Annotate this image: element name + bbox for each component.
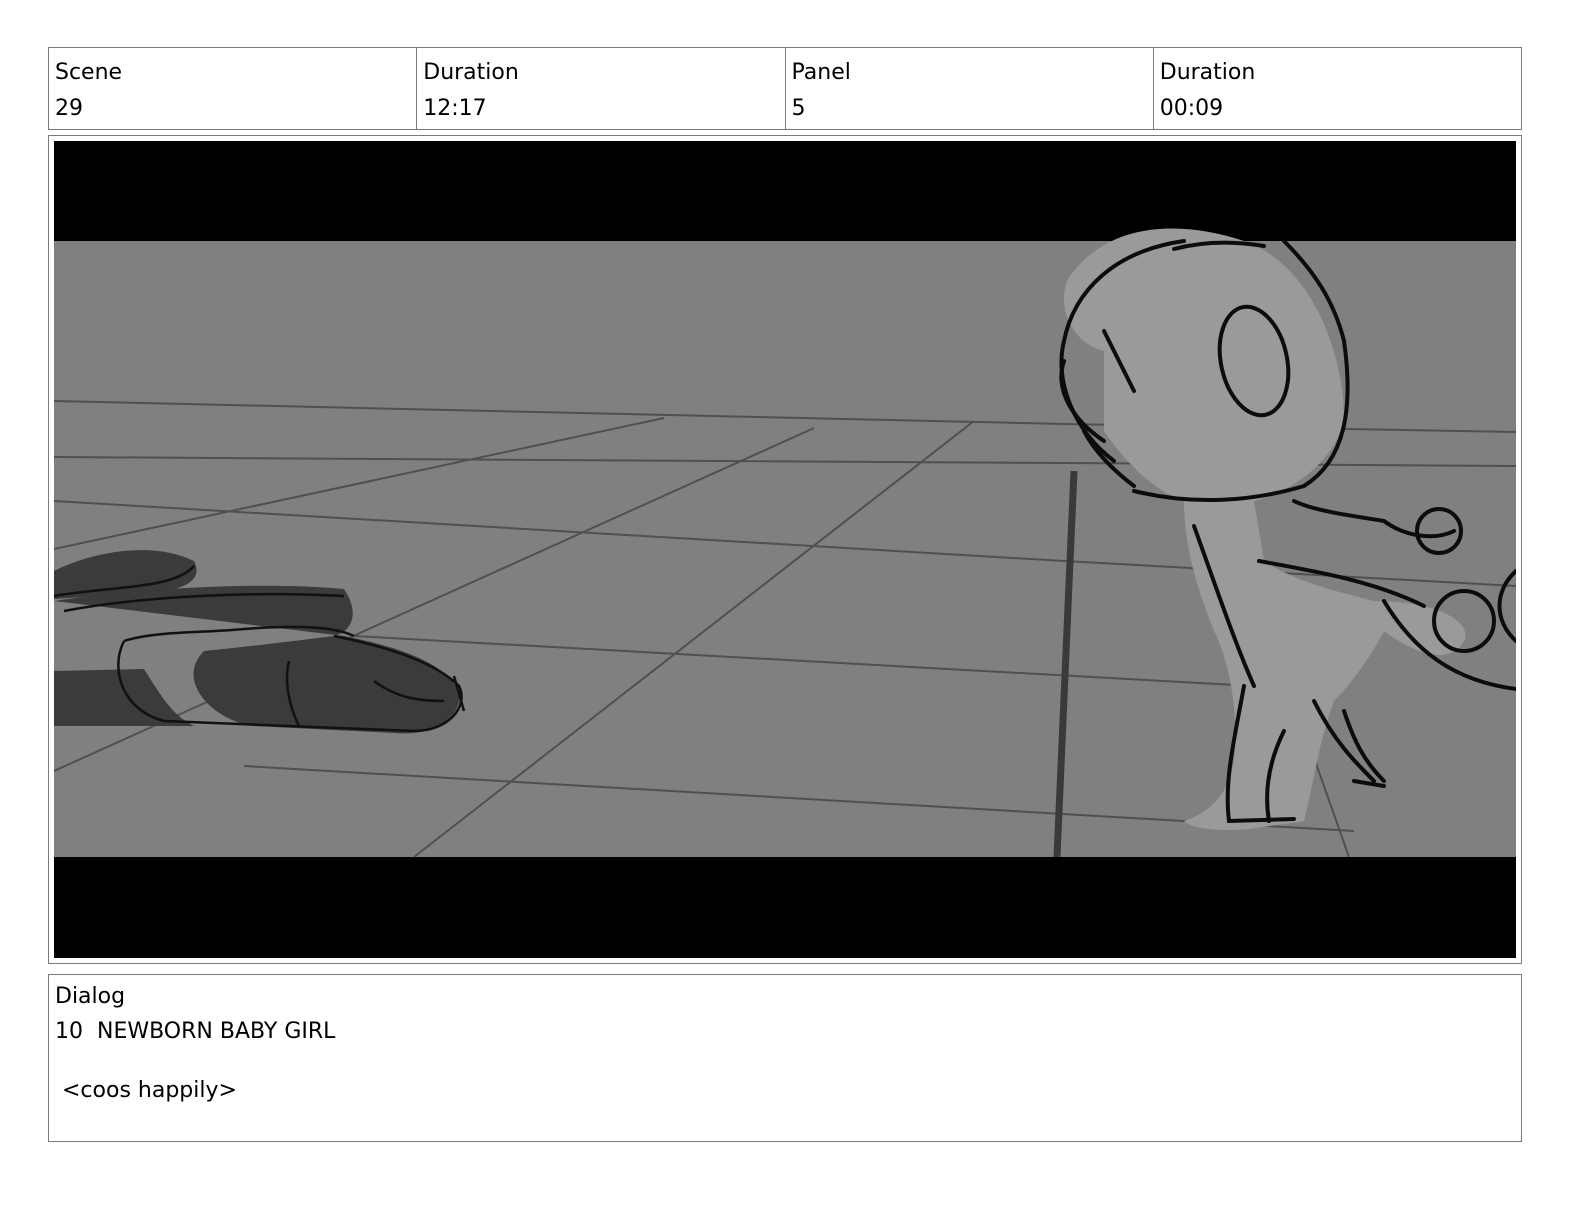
panel-label: Panel [791,60,851,85]
letterbox-bottom [54,857,1516,958]
panel-cell: Panel 5 [786,48,1154,129]
panel-value: 5 [791,96,806,121]
dialog-speaker: 10 NEWBORN BABY GIRL [55,1019,336,1044]
panel-frame [48,135,1522,964]
panel-duration-cell: Duration 00:09 [1154,48,1521,129]
panel-sketch [54,141,1516,958]
dialog-spacer [55,1049,1515,1073]
letterbox-top [54,141,1516,241]
panel-duration-label: Duration [1159,60,1256,85]
dialog-box: Dialog 10 NEWBORN BABY GIRL <coos happil… [48,974,1522,1142]
scene-duration-value: 12:17 [423,96,487,121]
scene-value: 29 [55,96,83,121]
dialog-line: <coos happily> [55,1078,237,1103]
scene-duration-cell: Duration 12:17 [417,48,786,129]
scene-label: Scene [55,60,123,85]
storyboard-panel-image [54,141,1516,958]
scene-cell: Scene 29 [49,48,418,129]
storyboard-header: Scene 29 Duration 12:17 Panel 5 Duration… [48,47,1522,130]
dialog-label: Dialog [55,984,126,1009]
scene-duration-label: Duration [423,60,519,85]
panel-duration-value: 00:09 [1159,96,1224,121]
